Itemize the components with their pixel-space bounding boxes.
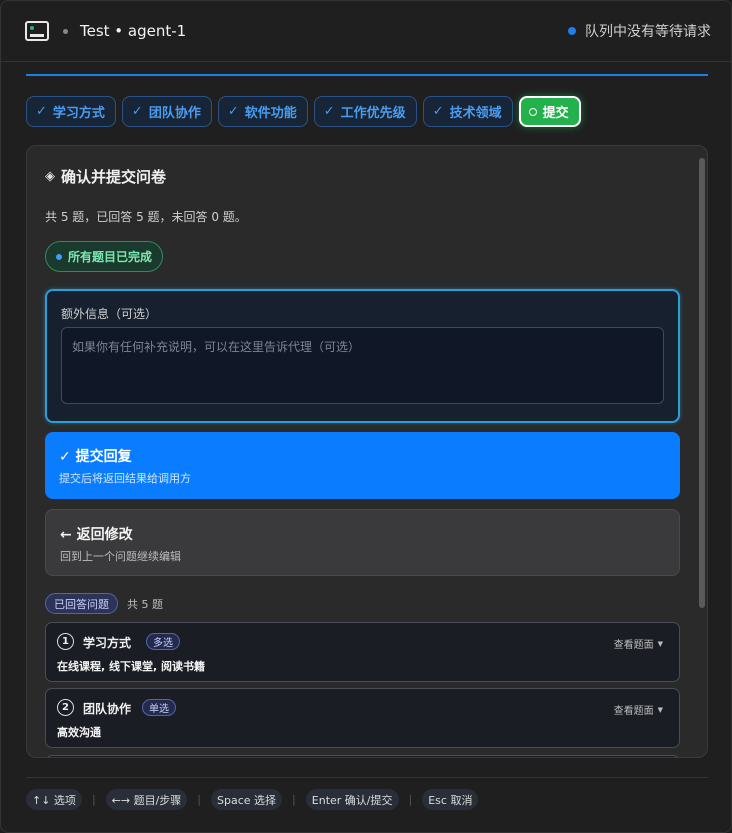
extra-info-section: 额外信息（可选） — [45, 289, 680, 423]
hint-separator: | — [408, 793, 413, 806]
tab-label: 提交 — [542, 106, 569, 121]
tab-label: 团队协作 — [148, 106, 201, 121]
submit-button-subtitle: 提交后将返回结果给调用方 — [59, 472, 191, 485]
status-badge: 所有题目已完成 — [45, 241, 164, 272]
footer-divider — [26, 777, 708, 778]
question-answer: 高效沟通 — [57, 726, 101, 739]
hint-navigate-options: ↑↓ 选项 — [26, 789, 82, 810]
hint-separator: | — [197, 793, 202, 806]
panel-scrollbar[interactable] — [699, 158, 705, 608]
check-icon: ✓ — [323, 104, 335, 119]
view-question-toggle[interactable]: 查看题面 ▼ — [613, 636, 663, 652]
tab-learning-style[interactable]: ✓ 学习方式 — [26, 96, 116, 127]
question-number: 1 — [57, 633, 74, 650]
tab-label: 工作优先级 — [340, 106, 406, 121]
tab-label: 学习方式 — [52, 106, 105, 121]
app-logo-icon — [25, 21, 49, 41]
question-title: 学习方式 — [83, 636, 132, 650]
answer-summary: 共 5 题，已回答 5 题，未回答 0 题。 — [45, 210, 247, 224]
question-type-badge: 多选 — [146, 633, 180, 650]
step-tabs: ✓ 学习方式 ✓ 团队协作 ✓ 软件功能 ✓ 工作优先级 ✓ 技术领域 提交 — [26, 96, 581, 127]
status-dot-icon — [56, 253, 62, 260]
tab-tech-domain[interactable]: ✓ 技术领域 — [422, 96, 513, 127]
progress-bar — [26, 74, 708, 76]
keyboard-hints: ↑↓ 选项 | ←→ 题目/步骤 | Space 选择 | Enter 确认/提… — [26, 789, 479, 810]
tab-label: 软件功能 — [244, 106, 297, 121]
view-question-label: 查看题面 — [613, 706, 654, 717]
confirm-panel: ◈ 确认并提交问卷 共 5 题，已回答 5 题，未回答 0 题。 所有题目已完成… — [26, 145, 708, 758]
page-title: ◈ 确认并提交问卷 — [45, 166, 166, 187]
tab-label: 技术领域 — [449, 106, 502, 121]
view-question-label: 查看题面 — [613, 640, 654, 651]
queue-status: 队列中没有等待请求 — [568, 21, 711, 41]
question-card: 2 团队协作 单选 查看题面 ▼ 高效沟通 — [45, 688, 680, 748]
back-button[interactable]: ← 返回修改 回到上一个问题继续编辑 — [45, 509, 680, 576]
back-button-subtitle: 回到上一个问题继续编辑 — [60, 550, 181, 563]
check-icon: ✓ — [432, 104, 444, 119]
question-title: 团队协作 — [83, 702, 132, 716]
extra-info-input[interactable] — [61, 327, 664, 404]
caret-down-icon: ▼ — [657, 705, 663, 714]
submit-button-title: ✓ 提交回复 — [59, 449, 132, 465]
question-type-badge: 单选 — [142, 699, 176, 716]
back-button-title: ← 返回修改 — [60, 527, 133, 543]
hint-cancel: Esc 取消 — [422, 789, 479, 810]
tab-work-priority[interactable]: ✓ 工作优先级 — [313, 96, 417, 127]
submit-button[interactable]: ✓ 提交回复 提交后将返回结果给调用方 — [45, 432, 680, 499]
hint-separator: | — [292, 793, 296, 806]
caret-down-icon: ▼ — [657, 639, 663, 648]
status-badge-text: 所有题目已完成 — [68, 250, 153, 264]
question-answer: 在线课程, 线下课堂, 阅读书籍 — [57, 660, 206, 673]
header-divider — [1, 61, 731, 62]
hint-select: Space 选择 — [211, 789, 283, 810]
status-dot-icon — [568, 27, 576, 35]
answered-chip: 已回答问题 — [45, 593, 118, 614]
app-window: Test • agent-1 队列中没有等待请求 ✓ 学习方式 ✓ 团队协作 ✓… — [0, 0, 732, 833]
answered-count: 共 5 题 — [127, 597, 163, 611]
view-question-toggle[interactable]: 查看题面 ▼ — [613, 702, 663, 718]
page-title-text: 确认并提交问卷 — [61, 168, 167, 186]
header: Test • agent-1 队列中没有等待请求 — [1, 1, 731, 61]
extra-info-label: 额外信息（可选） — [61, 307, 158, 321]
check-icon: ✓ — [227, 104, 239, 119]
check-icon: ✓ — [131, 104, 143, 119]
question-number: 2 — [57, 699, 74, 716]
question-card-partial — [45, 755, 680, 757]
hint-separator: | — [91, 793, 96, 806]
tab-submit[interactable]: 提交 — [518, 96, 581, 127]
header-title: Test • agent-1 — [80, 22, 187, 40]
queue-status-text: 队列中没有等待请求 — [585, 24, 711, 40]
tab-team-collaboration[interactable]: ✓ 团队协作 — [121, 96, 212, 127]
separator-dot — [63, 28, 68, 34]
hint-navigate-steps: ←→ 题目/步骤 — [105, 789, 188, 810]
question-card: 1 学习方式 多选 查看题面 ▼ 在线课程, 线下课堂, 阅读书籍 — [45, 622, 680, 682]
answered-header: 已回答问题 共 5 题 — [45, 593, 163, 614]
diamond-icon: ◈ — [45, 169, 55, 184]
check-icon: ✓ — [36, 104, 47, 119]
hint-confirm: Enter 确认/提交 — [305, 789, 399, 810]
tab-software-features[interactable]: ✓ 软件功能 — [217, 96, 308, 127]
circle-icon — [528, 107, 537, 116]
